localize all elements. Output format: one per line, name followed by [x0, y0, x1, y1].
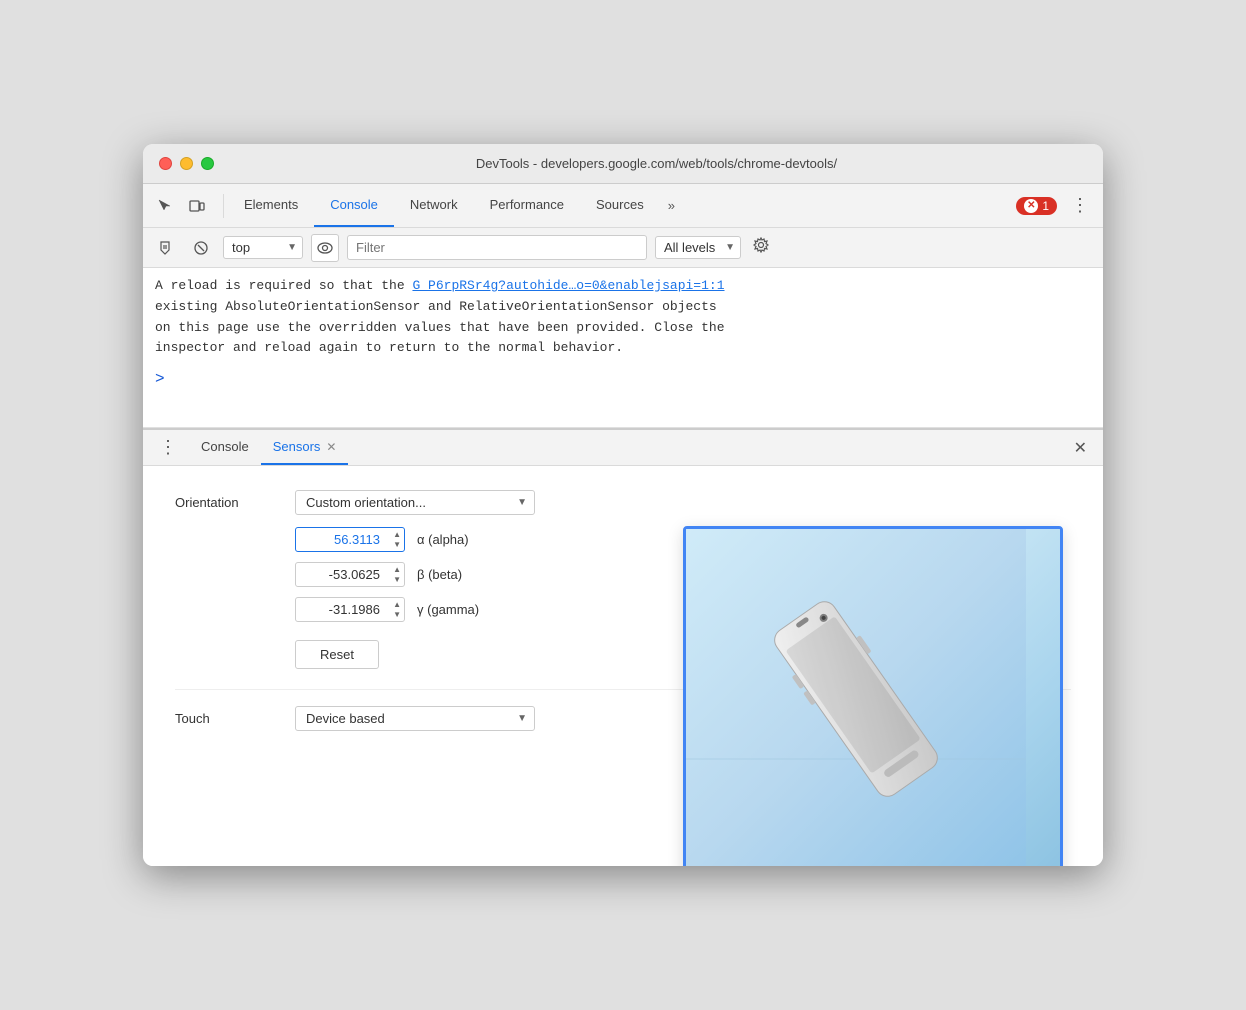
log-levels-wrapper: All levels ▼ — [655, 236, 741, 259]
beta-label: β (beta) — [417, 567, 462, 582]
error-count: 1 — [1042, 199, 1049, 213]
gamma-stepper: ▲ ▼ — [391, 600, 403, 619]
console-link[interactable]: G_P6rpRSr4g?autohide…o=0&enablejsapi=1:1 — [412, 278, 724, 293]
alpha-input[interactable] — [295, 527, 405, 552]
message-text-4: inspector and reload again to return to … — [155, 340, 623, 355]
context-select-wrapper: top ▼ — [223, 236, 303, 259]
tab-console[interactable]: Console — [314, 184, 394, 227]
context-select[interactable]: top — [223, 236, 303, 259]
tab-sources[interactable]: Sources — [580, 184, 660, 227]
toolbar-icons — [151, 194, 224, 218]
gamma-input[interactable] — [295, 597, 405, 622]
message-text-1: A reload is required so that the — [155, 278, 412, 293]
main-tabs: Elements Console Network Performance Sou… — [228, 184, 683, 227]
log-levels-select[interactable]: All levels — [655, 236, 741, 259]
message-text-3: on this page use the overridden values t… — [155, 320, 725, 335]
console-settings-button[interactable] — [749, 233, 773, 262]
device-toolbar-button[interactable] — [183, 194, 211, 218]
beta-increment-button[interactable]: ▲ — [391, 565, 403, 575]
gamma-increment-button[interactable]: ▲ — [391, 600, 403, 610]
more-menu-button[interactable]: ⋮ — [1065, 195, 1095, 216]
alpha-input-wrapper: ▲ ▼ — [295, 527, 405, 552]
console-message: A reload is required so that the G_P6rpR… — [155, 276, 1091, 359]
gamma-input-wrapper: ▲ ▼ — [295, 597, 405, 622]
orientation-row: Orientation Custom orientation... ▼ — [175, 490, 1071, 515]
tab-sensors-close-button[interactable]: ✕ — [326, 440, 336, 454]
live-expressions-button[interactable] — [311, 234, 339, 262]
beta-input[interactable] — [295, 562, 405, 587]
traffic-lights — [159, 157, 214, 170]
touch-select-wrapper: Device based ▼ — [295, 706, 535, 731]
touch-label: Touch — [175, 711, 295, 726]
gamma-label: γ (gamma) — [417, 602, 479, 617]
alpha-stepper: ▲ ▼ — [391, 530, 403, 549]
devtools-window: DevTools - developers.google.com/web/too… — [143, 144, 1103, 866]
sensors-panel: Orientation Custom orientation... ▼ ▲ ▼ — [143, 466, 1103, 866]
clear-console-button[interactable] — [151, 236, 179, 260]
gamma-decrement-button[interactable]: ▼ — [391, 610, 403, 620]
tab-elements[interactable]: Elements — [228, 184, 314, 227]
tab-network[interactable]: Network — [394, 184, 474, 227]
tab-console-bottom[interactable]: Console — [189, 430, 261, 465]
alpha-decrement-button[interactable]: ▼ — [391, 540, 403, 550]
reset-button[interactable]: Reset — [295, 640, 379, 669]
bottom-tabs-more-button[interactable]: ⋮ — [151, 437, 185, 458]
orientation-select-wrapper: Custom orientation... ▼ — [295, 490, 535, 515]
beta-stepper: ▲ ▼ — [391, 565, 403, 584]
orientation-select[interactable]: Custom orientation... — [295, 490, 535, 515]
console-prompt[interactable]: > — [155, 367, 1091, 393]
tab-sensors-bottom[interactable]: Sensors ✕ — [261, 430, 349, 465]
message-text-2: existing AbsoluteOrientationSensor and R… — [155, 299, 717, 314]
console-output: A reload is required so that the G_P6rpR… — [143, 268, 1103, 428]
minimize-button[interactable] — [180, 157, 193, 170]
fullscreen-button[interactable] — [201, 157, 214, 170]
beta-decrement-button[interactable]: ▼ — [391, 575, 403, 585]
close-bottom-panel-button[interactable]: ✕ — [1066, 434, 1095, 462]
alpha-label: α (alpha) — [417, 532, 469, 547]
orientation-label: Orientation — [175, 495, 295, 510]
close-button[interactable] — [159, 157, 172, 170]
phone-3d-overlay — [683, 526, 1063, 866]
titlebar: DevTools - developers.google.com/web/too… — [143, 144, 1103, 184]
more-tabs-button[interactable]: » — [660, 198, 683, 213]
error-icon: ✕ — [1024, 199, 1038, 213]
bottom-panel: ⋮ Console Sensors ✕ ✕ Orientation Custom… — [143, 428, 1103, 866]
inspect-element-button[interactable] — [151, 194, 179, 218]
tab-performance[interactable]: Performance — [474, 184, 580, 227]
bottom-tabs: ⋮ Console Sensors ✕ ✕ — [143, 430, 1103, 466]
stop-recording-button[interactable] — [187, 236, 215, 260]
touch-select[interactable]: Device based — [295, 706, 535, 731]
phone-3d-svg — [686, 529, 1026, 866]
console-filter-input[interactable] — [347, 235, 647, 260]
console-toolbar: top ▼ All levels ▼ — [143, 228, 1103, 268]
beta-input-wrapper: ▲ ▼ — [295, 562, 405, 587]
phone-3d-visualization — [686, 529, 1060, 866]
alpha-increment-button[interactable]: ▲ — [391, 530, 403, 540]
error-badge[interactable]: ✕ 1 — [1016, 197, 1057, 215]
devtools-toolbar: Elements Console Network Performance Sou… — [143, 184, 1103, 228]
window-title: DevTools - developers.google.com/web/too… — [226, 156, 1087, 171]
